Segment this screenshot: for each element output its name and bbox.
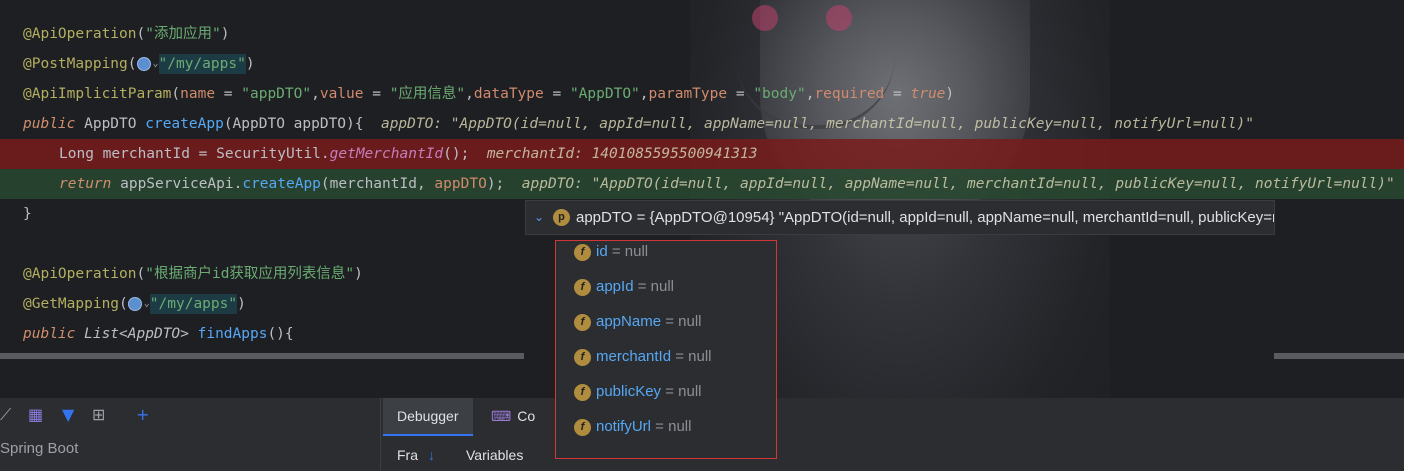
code-line: @ApiOperation("添加应用") bbox=[23, 26, 230, 42]
filter-icon[interactable]: ▼ bbox=[62, 406, 74, 424]
panel-divider bbox=[380, 398, 381, 471]
field-icon: f bbox=[574, 383, 591, 401]
code-line: @PostMapping(⌄"/my/apps") bbox=[23, 54, 255, 74]
run-config-label[interactable]: Spring Boot bbox=[0, 440, 78, 457]
horizontal-scrollbar[interactable] bbox=[0, 353, 524, 359]
field-icon: f bbox=[574, 348, 591, 366]
plus-icon[interactable]: + bbox=[136, 406, 149, 424]
code-line: public AppDTO createApp(AppDTO appDTO){ … bbox=[23, 116, 1254, 132]
parameter-icon: p bbox=[553, 209, 570, 226]
frames-header[interactable]: Fra ↓ bbox=[397, 440, 435, 471]
field-row[interactable]: f id = null bbox=[574, 237, 648, 267]
console-icon: ⌨ bbox=[491, 408, 512, 424]
field-row[interactable]: f appName = null bbox=[574, 307, 702, 337]
field-icon: f bbox=[574, 418, 591, 436]
field-icon: f bbox=[574, 313, 591, 331]
field-icon: f bbox=[574, 243, 591, 261]
field-row[interactable]: f publicKey = null bbox=[574, 377, 702, 407]
code-line: @ApiImplicitParam(name = "appDTO",value … bbox=[23, 86, 955, 102]
variables-header[interactable]: Variables bbox=[466, 440, 523, 471]
debug-value-popup[interactable]: ⌄ p appDTO = {AppDTO@10954} "AppDTO(id=n… bbox=[525, 200, 1275, 235]
layout-icon[interactable]: ▦ bbox=[28, 406, 43, 424]
field-row[interactable]: f merchantId = null bbox=[574, 342, 712, 372]
chevron-down-icon[interactable]: ⌄ bbox=[153, 58, 159, 69]
field-row[interactable]: f appId = null bbox=[574, 272, 674, 302]
execution-point-line[interactable]: return appServiceApi.createApp(merchantI… bbox=[0, 169, 1404, 199]
web-endpoint-icon[interactable] bbox=[127, 297, 142, 311]
add-frame-icon[interactable]: ⊞ bbox=[92, 406, 105, 424]
popup-value-text: appDTO = {AppDTO@10954} "AppDTO(id=null,… bbox=[576, 209, 1274, 226]
object-fields-list: f id = null f appId = null f appName = null… bbox=[555, 240, 777, 459]
field-row[interactable]: f notifyUrl = null bbox=[574, 412, 691, 442]
chevron-icon[interactable]: ⟋ bbox=[0, 406, 11, 424]
inline-debug-value[interactable]: merchantId: 1401085595500941313 bbox=[487, 146, 758, 162]
field-icon: f bbox=[574, 278, 591, 296]
inline-debug-value[interactable]: appDTO: "AppDTO(id=null, appId=null, app… bbox=[381, 116, 1254, 132]
sort-down-icon[interactable]: ↓ bbox=[428, 447, 435, 463]
inline-debug-value[interactable]: appDTO: "AppDTO(id=null, appId=null, app… bbox=[522, 176, 1395, 192]
web-endpoint-icon[interactable] bbox=[136, 57, 151, 71]
tab-console[interactable]: ⌨ Co bbox=[487, 398, 549, 434]
horizontal-scrollbar[interactable] bbox=[1274, 353, 1404, 359]
breakpoint-line[interactable]: Long merchantId = SecurityUtil.getMercha… bbox=[0, 139, 1404, 169]
chevron-down-icon[interactable]: ⌄ bbox=[144, 298, 150, 309]
tab-debugger[interactable]: Debugger bbox=[383, 398, 473, 436]
chevron-down-icon[interactable]: ⌄ bbox=[534, 201, 544, 234]
